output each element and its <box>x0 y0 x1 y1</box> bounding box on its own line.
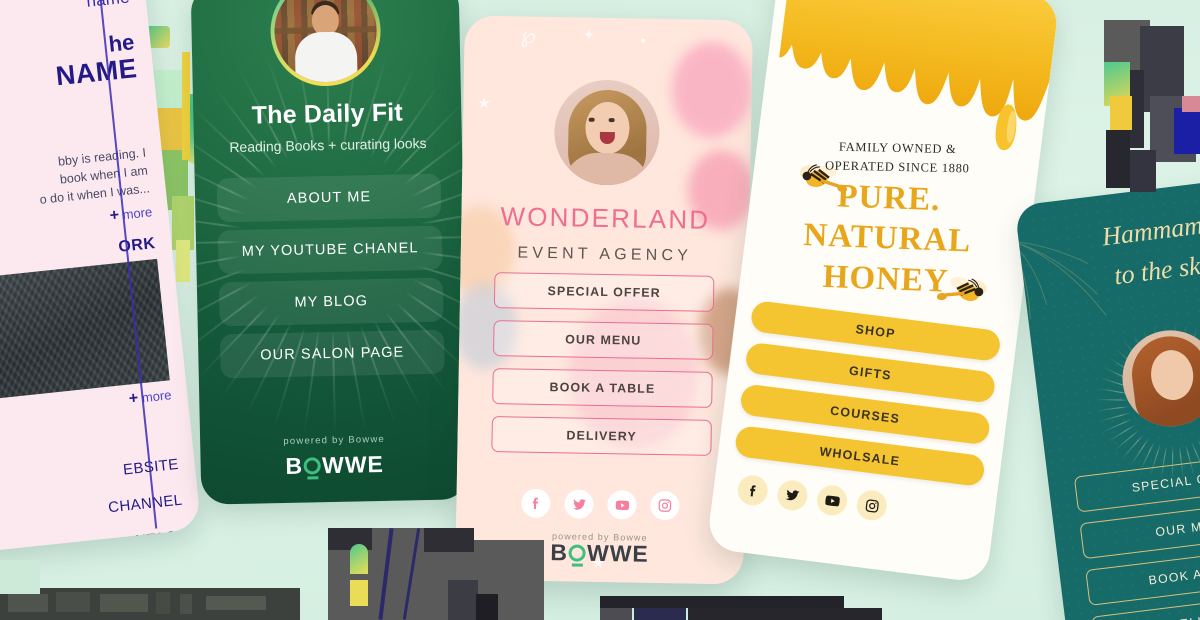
decor-balloon-pink <box>670 41 753 139</box>
screenshot-stage: name he NAME bby is reading. I book when… <box>0 0 1200 620</box>
button-book-a-table[interactable]: BOOK A TABLE <box>492 368 713 408</box>
logo-letter-b: B <box>285 452 304 479</box>
instagram-icon[interactable] <box>650 490 680 521</box>
youtube-icon[interactable] <box>607 490 637 520</box>
twitter-icon[interactable] <box>775 478 810 513</box>
torso <box>294 31 358 84</box>
link-button-list: SPECIAL OFFER OUR MENU BOOK A TABLE DELI… <box>1073 449 1200 620</box>
avatar <box>1117 324 1200 432</box>
button-special-offer[interactable]: SPECIAL OFFER <box>493 272 715 312</box>
button-our-salon-page[interactable]: OUR SALON PAGE <box>219 329 445 379</box>
compression-artifact-bottom-right <box>600 596 900 620</box>
pure-natural-honey-card[interactable]: FAMILY OWNED & OPERATED SINCE 1880 PURE.… <box>706 0 1060 584</box>
social-links <box>456 487 744 521</box>
page-title: WONDERLAND <box>500 201 711 235</box>
bio-username: name <box>0 0 131 35</box>
logo-letters-wwe: WWE <box>321 450 385 479</box>
link-button-list: SPECIAL OFFER OUR MENU BOOK A TABLE DELI… <box>491 272 715 468</box>
compression-artifact-bottom-center <box>328 528 608 620</box>
compression-artifact-bottom-left <box>0 588 300 620</box>
button-about-me[interactable]: ABOUT ME <box>216 173 442 223</box>
youtube-icon[interactable] <box>815 483 849 518</box>
plus-icon: + <box>108 207 120 225</box>
link-button-list: ABOUT ME MY YOUTUBE CHANEL MY BLOG OUR S… <box>216 173 445 387</box>
button-my-blog[interactable]: MY BLOG <box>218 277 444 327</box>
facebook-icon[interactable] <box>521 488 551 519</box>
instagram-icon[interactable] <box>855 488 889 523</box>
compression-artifact-top-right <box>1090 0 1200 210</box>
eye-left <box>588 117 595 122</box>
facebook-icon[interactable] <box>735 473 770 508</box>
eye-right <box>608 118 615 123</box>
compression-artifact-left-edge <box>0 560 40 594</box>
bio-link-list: EBSITE CHANNEL NTACT <box>0 456 187 560</box>
work-more-label: more <box>141 387 173 406</box>
bowwe-logo: B WWE <box>200 451 468 481</box>
decorative-pixel-block-e <box>176 240 190 282</box>
link-button-list: SHOP GIFTS COURSES WHOLSALE <box>733 299 1002 498</box>
button-our-menu[interactable]: OUR MENU <box>493 320 714 360</box>
twitter-icon[interactable] <box>564 489 594 519</box>
profile-photo <box>273 0 378 84</box>
bio-link-contact[interactable]: NTACT <box>0 528 187 560</box>
decor-confetti-star-1: ★ <box>477 94 492 112</box>
decor-confetti-dot: • <box>640 32 646 50</box>
wonderland-event-agency-card[interactable]: ★ ✦ ★ ℘ ℘ • WONDERLAND EVENT AGENCY SPEC… <box>455 15 753 585</box>
bio-more-label: more <box>121 204 153 223</box>
button-delivery[interactable]: DELIVERY <box>491 416 712 456</box>
daily-fit-card[interactable]: The Daily Fit Reading Books + curating l… <box>190 0 470 505</box>
decor-confetti-star-2: ✦ <box>582 26 596 44</box>
avatar <box>269 0 382 88</box>
hammam-spa-card[interactable]: Hammam to the sk SPECIAL OFFER OUR MENU … <box>1014 173 1200 620</box>
bio-work-photo <box>0 259 170 409</box>
profile-photo <box>554 79 661 186</box>
decorative-pixel-stripe <box>182 52 190 160</box>
profile-photo <box>1117 325 1200 432</box>
button-my-youtube-chanel[interactable]: MY YOUTUBE CHANEL <box>217 225 443 275</box>
plus-icon: + <box>128 390 140 408</box>
avatar <box>553 79 661 186</box>
decor-confetti-swirl-1: ℘ <box>520 22 537 48</box>
logo-o-icon <box>303 457 322 480</box>
page-title: The Daily Fit <box>251 98 404 130</box>
